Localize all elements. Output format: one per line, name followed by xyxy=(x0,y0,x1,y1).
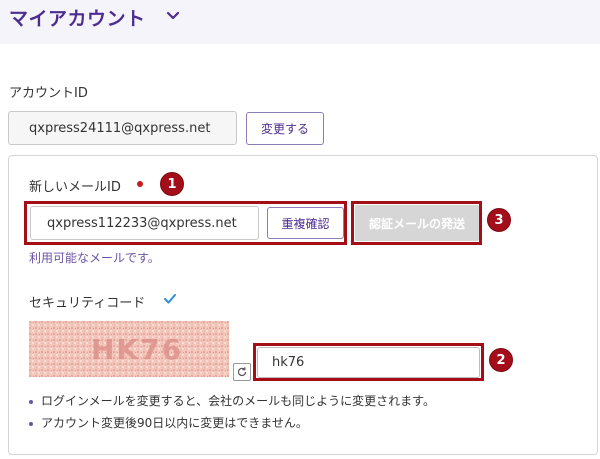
note-item: ログインメールを変更すると、会社のメールも同じように変更されます。 xyxy=(29,392,435,409)
security-code-label: セキュリティコード xyxy=(29,296,146,311)
required-indicator xyxy=(137,181,143,187)
bullet-icon xyxy=(29,399,33,404)
callout-3: 3 xyxy=(487,208,511,232)
refresh-icon[interactable] xyxy=(233,363,251,381)
callout-2: 2 xyxy=(489,348,513,372)
captcha-image: HK76 xyxy=(29,321,229,377)
account-id-field: qxpress24111@qxpress.net xyxy=(8,111,237,145)
change-button[interactable]: 変更する xyxy=(246,112,324,145)
new-mail-input[interactable]: qxpress112233@qxpress.net xyxy=(30,206,259,240)
send-verification-mail-button[interactable]: 認証メールの発送 xyxy=(355,205,479,241)
security-code-input[interactable]: hk76 xyxy=(257,347,480,378)
new-mail-id-label: 新しいメールID xyxy=(29,180,121,195)
callout-1: 1 xyxy=(160,172,184,196)
check-icon xyxy=(164,294,176,304)
chevron-down-icon[interactable] xyxy=(163,6,183,26)
bullet-icon xyxy=(29,421,33,426)
captcha-text: HK76 xyxy=(91,333,183,366)
availability-message: 利用可能なメールです。 xyxy=(29,251,160,265)
account-id-label: アカウントID xyxy=(9,86,88,101)
page-title: マイアカウント xyxy=(9,8,146,30)
note-item: アカウント変更後90日以内に変更はできません。 xyxy=(29,414,308,431)
duplicate-check-button[interactable]: 重複確認 xyxy=(267,207,344,239)
